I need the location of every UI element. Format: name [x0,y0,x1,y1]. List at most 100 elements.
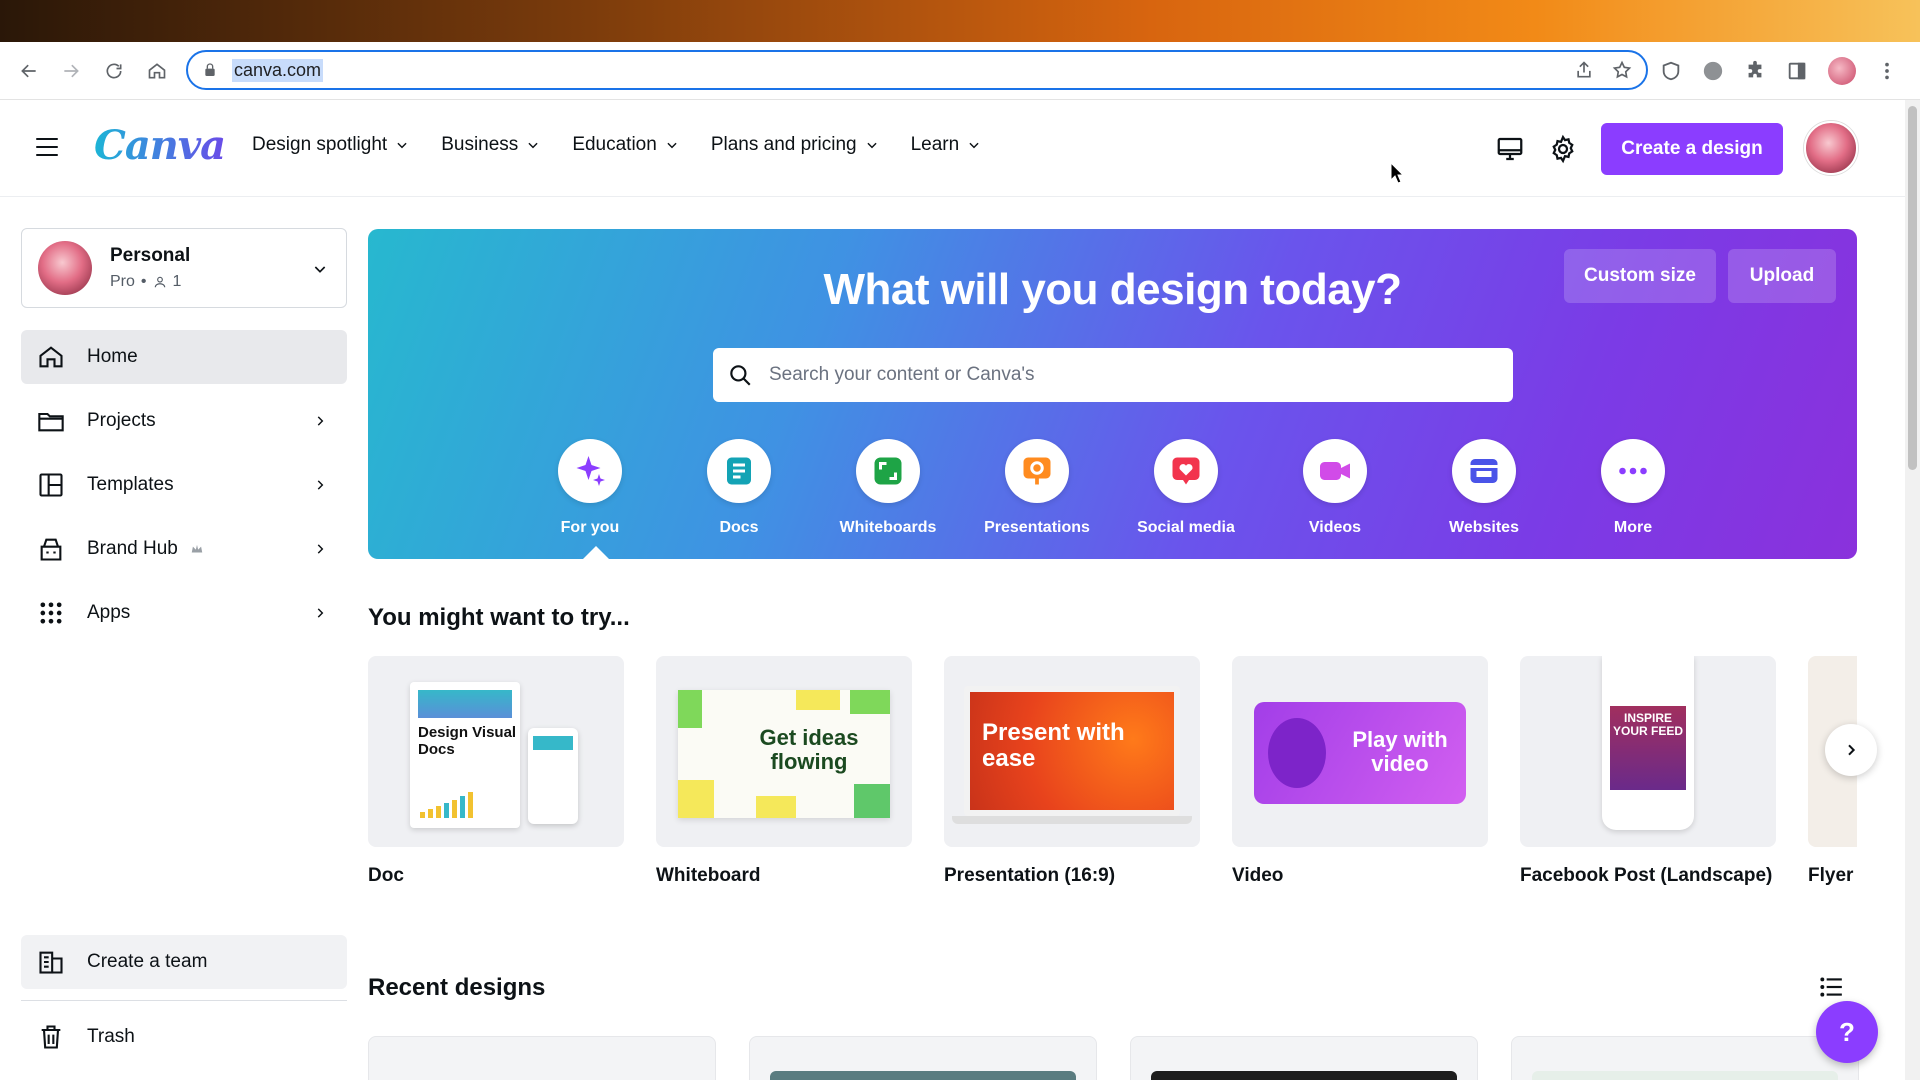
home-icon [148,63,166,79]
try-card-thumbnail[interactable]: Present with ease [944,656,1200,847]
crown-icon [191,544,203,553]
recent-design-card[interactable] [368,1036,716,1080]
hero-banner: What will you design today? Custom size … [368,229,1857,559]
category-presentations[interactable]: Presentations [967,439,1107,537]
presentation-icon [1023,457,1051,485]
scrollbar-thumb[interactable] [1908,106,1917,470]
desktop-app-icon[interactable] [1495,134,1525,164]
search-input[interactable] [769,364,1469,386]
team-plan: Pro [110,273,135,290]
category-circle[interactable] [707,439,771,503]
home-browser-button[interactable] [136,50,178,92]
doc-icon [727,457,751,485]
category-circle[interactable] [856,439,920,503]
try-card-thumbnail[interactable]: Play with video [1232,656,1488,847]
category-circle[interactable] [1154,439,1218,503]
templates-icon [39,473,63,497]
brand-hub-icon [40,538,62,561]
carousel-next-button[interactable] [1825,724,1877,776]
sidebar-item-trash[interactable]: Trash [21,1010,347,1064]
search-bar[interactable] [713,348,1513,402]
category-whiteboards[interactable]: Whiteboards [818,439,958,537]
category-label: Websites [1449,519,1519,536]
chevron-down-icon [314,266,326,273]
category-circle[interactable] [558,439,622,503]
category-circle[interactable] [1303,439,1367,503]
chevron-down-icon [397,142,407,149]
sparkle-icon [576,456,605,486]
sidebar-item-brand-hub[interactable]: Brand Hub [21,522,347,576]
custom-size-button[interactable]: Custom size [1564,249,1716,303]
nav-education[interactable]: Education [572,134,679,156]
recent-design-card[interactable] [749,1036,1097,1080]
side-panel-icon[interactable] [1786,60,1808,82]
help-button[interactable]: ? [1816,1001,1878,1063]
kebab-menu-icon[interactable] [1876,60,1898,82]
nav-label: Learn [910,134,960,155]
try-card-thumbnail[interactable]: Get ideas flowing [656,656,912,847]
browser-profile-avatar[interactable] [1828,57,1856,85]
sidebar-item-templates[interactable]: Templates [21,458,347,512]
list-view-icon[interactable] [1818,974,1844,1000]
home-icon [39,346,63,368]
forward-button[interactable] [50,50,92,92]
category-social-media[interactable]: Social media [1116,439,1256,537]
nav-plans-and-pricing[interactable]: Plans and pricing [711,134,879,156]
apps-grid-icon [40,602,62,624]
nav-label: Plans and pricing [710,134,857,155]
sidebar-item-projects[interactable]: Projects [21,394,347,448]
sidebar-item-apps[interactable]: Apps [21,586,347,640]
category-videos[interactable]: Videos [1265,439,1405,537]
try-card-thumbnail[interactable]: INSPIRE YOUR FEED [1520,656,1776,847]
search-icon [730,365,751,386]
profile-extension-icon[interactable] [1702,60,1724,82]
try-card-doc[interactable]: Design Visual Docs Doc [368,656,624,887]
create-a-team-button[interactable]: Create a team [21,935,347,989]
share-icon[interactable] [1574,60,1594,80]
nav-label: Business [441,134,519,155]
shield-extension-icon[interactable] [1660,60,1682,82]
upload-button[interactable]: Upload [1728,249,1836,303]
try-card-whiteboard[interactable]: Get ideas flowing Whiteboard [656,656,912,887]
heart-icon [1172,457,1200,485]
hamburger-menu-icon[interactable] [36,138,58,158]
whiteboard-icon [874,457,902,485]
puzzle-extensions-icon[interactable] [1744,60,1766,82]
team-switcher[interactable]: Personal Pro • 1 [21,228,347,308]
url-text[interactable]: canva.com [232,58,324,82]
sidebar-item-home[interactable]: Home [21,330,347,384]
category-circle[interactable] [1005,439,1069,503]
category-more[interactable]: More [1563,439,1703,537]
category-label: Videos [1308,519,1362,536]
try-card-label: Facebook Post (Landscape) [1520,865,1773,886]
address-bar[interactable]: canva.com [186,50,1648,90]
reload-button[interactable] [93,50,135,92]
back-button[interactable] [8,50,50,92]
account-avatar[interactable] [1804,121,1858,175]
sidebar-item-label: Templates [87,474,174,495]
try-card-facebook-post[interactable]: INSPIRE YOUR FEED Facebook Post (Landsca… [1520,656,1776,887]
gear-icon[interactable] [1548,134,1578,164]
try-card-thumbnail[interactable]: Design Visual Docs [368,656,624,847]
sidebar-item-label: Home [87,346,138,367]
star-icon[interactable] [1612,60,1632,80]
category-circle[interactable] [1452,439,1516,503]
try-card-video[interactable]: Play with video Video [1232,656,1488,887]
category-websites[interactable]: Websites [1414,439,1554,537]
desktop-wallpaper-strip [0,0,1920,42]
nav-business[interactable]: Business [441,134,540,156]
try-card-presentation[interactable]: Present with ease Presentation (16:9) [944,656,1200,887]
nav-learn[interactable]: Learn [911,134,982,156]
recent-design-card[interactable] [1511,1036,1859,1080]
create-a-design-button[interactable]: Create a design [1601,123,1783,175]
team-building-icon [39,951,63,974]
recent-design-card[interactable] [1130,1036,1478,1080]
page-scrollbar[interactable] [1905,100,1920,1080]
category-label: Whiteboards [839,519,937,536]
chevron-down-icon [667,142,677,149]
category-for-you[interactable]: For you [520,439,660,537]
category-circle[interactable] [1601,439,1665,503]
category-docs[interactable]: Docs [669,439,809,537]
canva-logo[interactable]: Canva [94,122,226,169]
nav-design-spotlight[interactable]: Design spotlight [252,134,409,156]
